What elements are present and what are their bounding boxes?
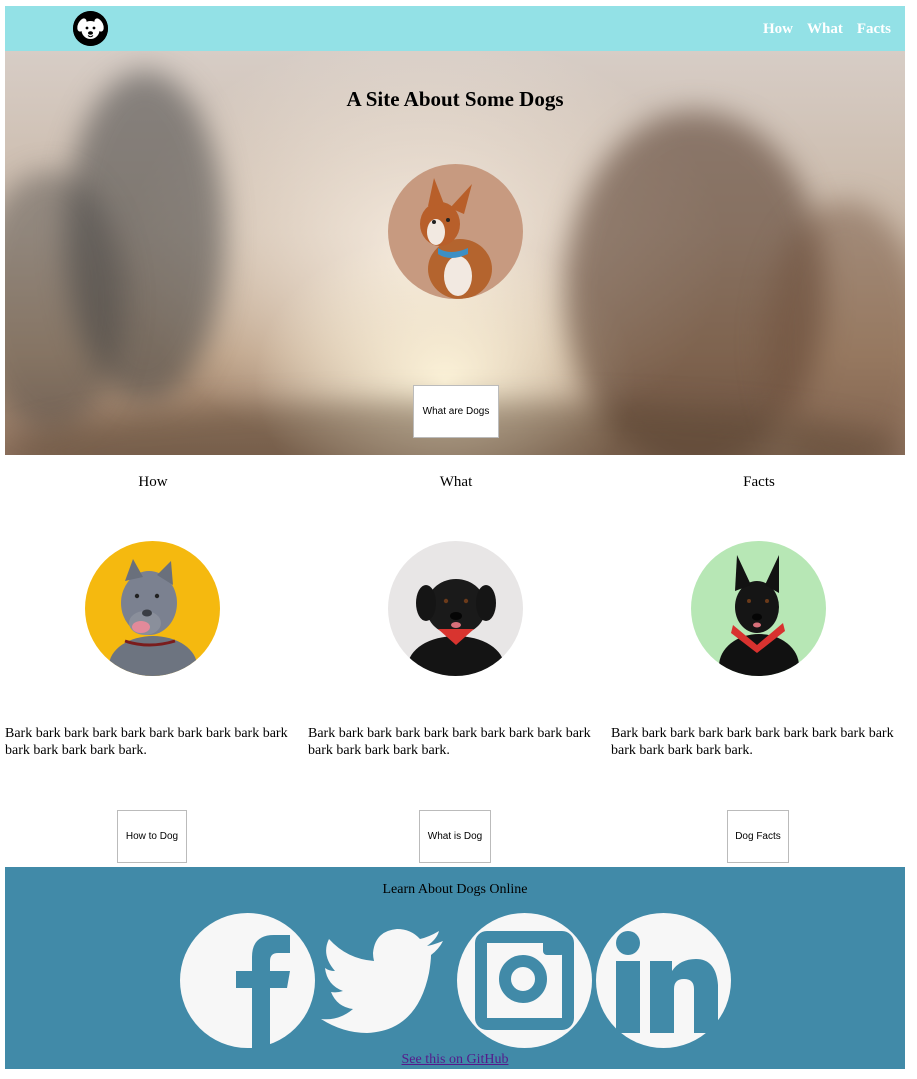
footer-title: Learn About Dogs Online [382, 882, 528, 897]
nav-link-facts[interactable]: Facts [857, 21, 891, 37]
what-is-dog-button[interactable]: What is Dog [419, 810, 491, 863]
column-title: What [439, 474, 473, 490]
column-text: Bark bark bark bark bark bark bark bark … [611, 726, 894, 758]
linkedin-icon[interactable] [596, 913, 731, 1048]
top-nav: How What Facts [5, 6, 905, 51]
column-text: Bark bark bark bark bark bark bark bark … [308, 726, 591, 758]
feature-columns: How Bark bark bark bark bark bark bark b… [5, 455, 905, 867]
nav-links: How What Facts [749, 21, 891, 38]
hero-dog-avatar [388, 164, 523, 299]
dog-facts-button[interactable]: Dog Facts [727, 810, 789, 863]
grey-pitbull-avatar [85, 541, 220, 676]
github-link[interactable]: See this on GitHub [5, 1052, 905, 1068]
how-to-dog-button[interactable]: How to Dog [117, 810, 187, 863]
column-title: Facts [743, 474, 775, 490]
footer: Learn About Dogs Online See this on GitH… [5, 867, 905, 1069]
twitter-icon[interactable] [319, 913, 454, 1048]
black-dog-avatar [388, 541, 523, 676]
hero-section: A Site About Some Dogs What are Dogs [5, 51, 905, 455]
instagram-icon[interactable] [457, 913, 592, 1048]
dog-logo-icon[interactable] [73, 11, 108, 46]
nav-link-how[interactable]: How [763, 21, 793, 37]
column-text: Bark bark bark bark bark bark bark bark … [5, 726, 288, 758]
nav-link-what[interactable]: What [807, 21, 843, 37]
page: How What Facts A Site About Some Dogs Wh… [5, 6, 905, 1069]
hero-title: A Site About Some Dogs [346, 87, 564, 111]
column-title: How [138, 474, 168, 490]
facebook-icon[interactable] [180, 913, 315, 1048]
black-shepherd-avatar [691, 541, 826, 676]
what-are-dogs-button[interactable]: What are Dogs [413, 385, 499, 438]
